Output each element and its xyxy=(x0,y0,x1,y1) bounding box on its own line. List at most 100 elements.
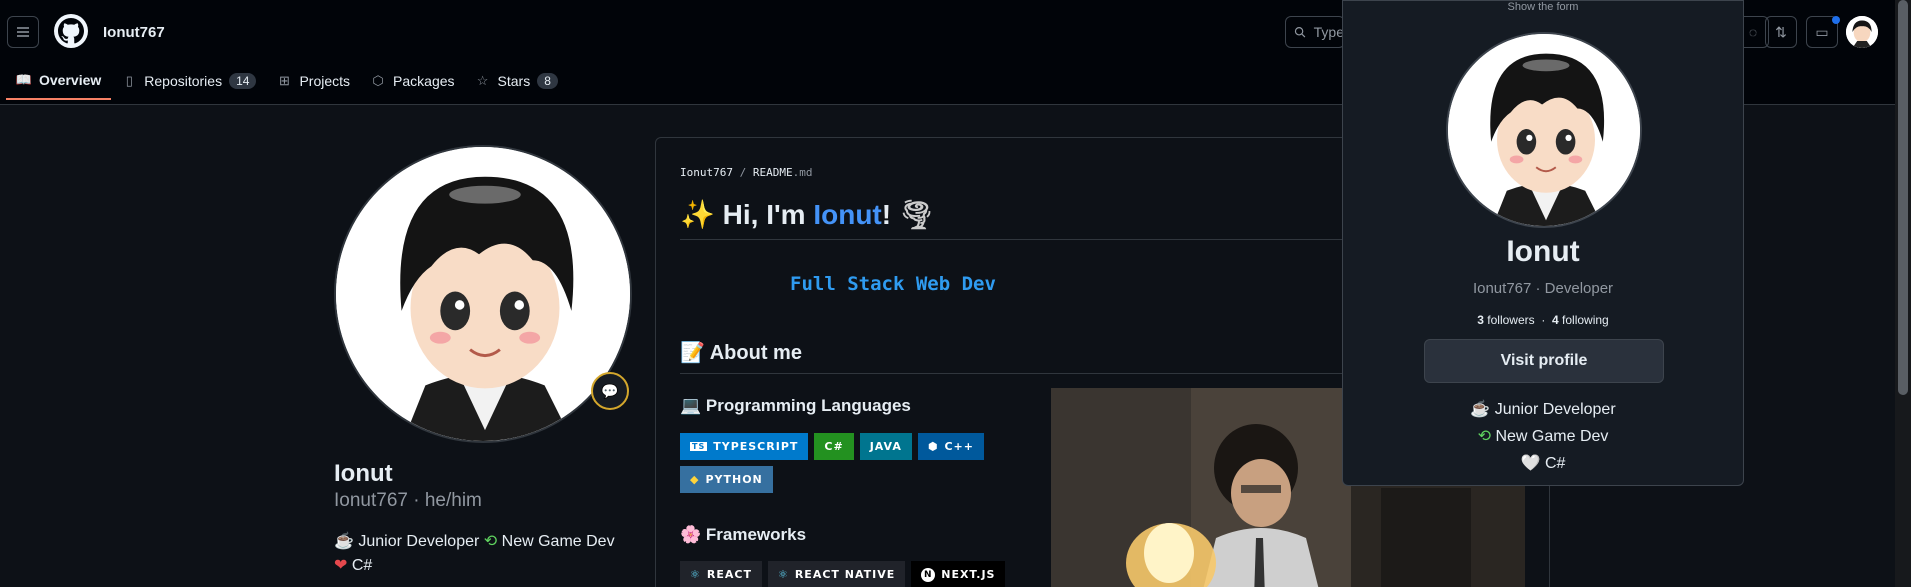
bio-text: New Game Dev xyxy=(1495,428,1609,445)
python-icon: ◆ xyxy=(690,473,700,486)
bio-text: C# xyxy=(351,557,373,574)
tab-label: Projects xyxy=(299,73,351,89)
breadcrumb-user-link[interactable]: Ionut767 xyxy=(680,166,733,179)
breadcrumb: Ionut767 / README.md xyxy=(680,166,812,179)
nextjs-icon: N xyxy=(921,567,936,582)
laptop-icon: 💻 xyxy=(680,396,702,415)
tab-label: Repositories xyxy=(144,73,223,89)
greeting-punct: ! xyxy=(881,199,892,230)
hovercard-name: Ionut xyxy=(1506,235,1580,268)
tab-label: Stars xyxy=(497,73,531,89)
languages-heading: 💻 Programming Languages xyxy=(680,396,911,416)
visit-profile-button[interactable]: Visit profile xyxy=(1424,339,1664,383)
language-badges: TS TYPESCRIPT C# JAVA ⬢ C++ ◆ PYTHON xyxy=(680,433,1040,493)
hovercard-subtitle: Ionut767 · Developer xyxy=(1472,280,1614,297)
badge-label: NEXT.JS xyxy=(941,568,996,581)
game-icon: ⟲ xyxy=(483,533,498,550)
badge-label: C# xyxy=(824,440,844,453)
avatar-image-icon xyxy=(336,147,630,441)
greeting-name: Ionut xyxy=(813,199,882,230)
python-badge[interactable]: ◆ PYTHON xyxy=(680,466,773,493)
tab-label: Packages xyxy=(393,73,455,89)
badge-label: PYTHON xyxy=(705,473,763,486)
pull-request-icon: ⇅ xyxy=(1775,23,1787,40)
breadcrumb-separator: / xyxy=(739,166,747,179)
framework-badges: ⚛ REACT ⚛ REACT NATIVE N NEXT.JS xyxy=(680,561,1080,587)
tab-projects[interactable]: ⊞ Projects xyxy=(266,62,360,100)
tornado-icon: 🌪 xyxy=(898,199,935,230)
heading-text: Frameworks xyxy=(705,525,807,544)
profile-avatar[interactable] xyxy=(334,145,632,443)
hovercard-avatar[interactable] xyxy=(1446,32,1642,228)
star-icon: ☆ xyxy=(476,73,489,88)
typescript-badge[interactable]: TS TYPESCRIPT xyxy=(680,433,809,460)
react-native-badge[interactable]: ⚛ REACT NATIVE xyxy=(767,561,906,587)
java-badge[interactable]: JAVA xyxy=(859,433,912,460)
breadcrumb-file-link[interactable]: README xyxy=(753,166,793,179)
menu-button[interactable] xyxy=(7,16,39,48)
tab-stars[interactable]: ☆ Stars 8 xyxy=(465,62,568,100)
heading-text: Programming Languages xyxy=(705,396,911,415)
search-input[interactable]: Type xyxy=(1285,16,1345,48)
hamburger-icon xyxy=(17,27,29,37)
page-scrollbar-thumb[interactable] xyxy=(1898,0,1908,395)
search-icon xyxy=(1294,27,1306,38)
package-icon: ⬡ xyxy=(372,73,384,88)
table-icon: ⊞ xyxy=(279,73,290,88)
repositories-count-badge: 14 xyxy=(229,73,257,89)
header-avatar[interactable] xyxy=(1846,16,1878,48)
tab-repositories[interactable]: ▯ Repositories 14 xyxy=(111,62,266,100)
badge-label: REACT NATIVE xyxy=(794,568,896,581)
avatar-image-icon xyxy=(1448,34,1640,226)
greeting-text: Hi, I'm xyxy=(722,199,814,230)
stars-count-badge: 8 xyxy=(537,73,558,89)
typescript-icon: TS xyxy=(690,442,708,451)
heart-icon: ❤ xyxy=(334,557,348,574)
profile-hovercard: Show the form Ionut Ionut767 · Developer… xyxy=(1342,0,1744,486)
followers-count: 3 xyxy=(1477,313,1484,327)
avatar-image-icon xyxy=(1846,16,1878,48)
profile-username: Ionut767 · he/him xyxy=(334,490,482,511)
tab-overview[interactable]: 📖 Overview xyxy=(6,62,112,100)
react-icon: ⚛ xyxy=(690,568,701,581)
nextjs-badge[interactable]: N NEXT.JS xyxy=(911,561,1006,587)
coffee-icon: ☕ xyxy=(1470,401,1491,418)
badge-label: TYPESCRIPT xyxy=(713,440,799,453)
coffee-icon: ☕ xyxy=(334,533,354,550)
white-heart-icon: 🤍 xyxy=(1520,455,1541,472)
heading-text: About me xyxy=(709,342,802,364)
tagline: Full Stack Web Dev xyxy=(790,273,996,295)
breadcrumb-file-ext: .md xyxy=(792,166,813,179)
bio-text: Junior Developer xyxy=(1494,401,1616,418)
book-icon: 📖 xyxy=(15,72,33,87)
copilot-icon: ◌ xyxy=(1748,24,1758,40)
github-logo-icon[interactable] xyxy=(54,14,88,48)
react-icon: ⚛ xyxy=(777,568,789,581)
csharp-badge[interactable]: C# xyxy=(814,433,854,460)
profile-bio: ☕ Junior Developer ⟲ New Game Dev ❤ C# xyxy=(334,530,654,578)
badge-label: REACT xyxy=(706,568,752,581)
cpp-badge[interactable]: ⬢ C++ xyxy=(917,433,984,460)
game-icon: ⟲ xyxy=(1477,428,1492,445)
speech-bubble-icon: 💬 xyxy=(601,382,619,399)
following-link[interactable]: 4 following xyxy=(1552,313,1609,327)
profile-name: Ionut xyxy=(334,460,393,487)
badge-label: C++ xyxy=(944,440,974,453)
react-badge[interactable]: ⚛ REACT xyxy=(680,561,762,587)
tab-label: Overview xyxy=(39,72,102,88)
memo-icon: 📝 xyxy=(680,342,705,364)
frameworks-heading: 🌸 Frameworks xyxy=(680,525,806,545)
bio-text: Junior Developer xyxy=(358,533,480,550)
set-status-button[interactable]: 💬 xyxy=(591,372,629,410)
inbox-icon: ▭ xyxy=(1815,23,1829,40)
repo-icon: ▯ xyxy=(125,73,133,88)
cpp-icon: ⬢ xyxy=(927,440,939,453)
badge-label: JAVA xyxy=(869,440,902,453)
bio-text: New Game Dev xyxy=(501,533,615,550)
hovercard-bio: ☕ Junior Developer ⟲ New Game Dev 🤍 C# xyxy=(1343,396,1743,477)
tab-packages[interactable]: ⬡ Packages xyxy=(360,62,464,100)
pull-requests-button[interactable]: ⇅ xyxy=(1765,16,1797,48)
header-username[interactable]: Ionut767 xyxy=(103,24,165,41)
followers-link[interactable]: 3 followers xyxy=(1477,313,1534,327)
following-label: following xyxy=(1562,313,1609,327)
